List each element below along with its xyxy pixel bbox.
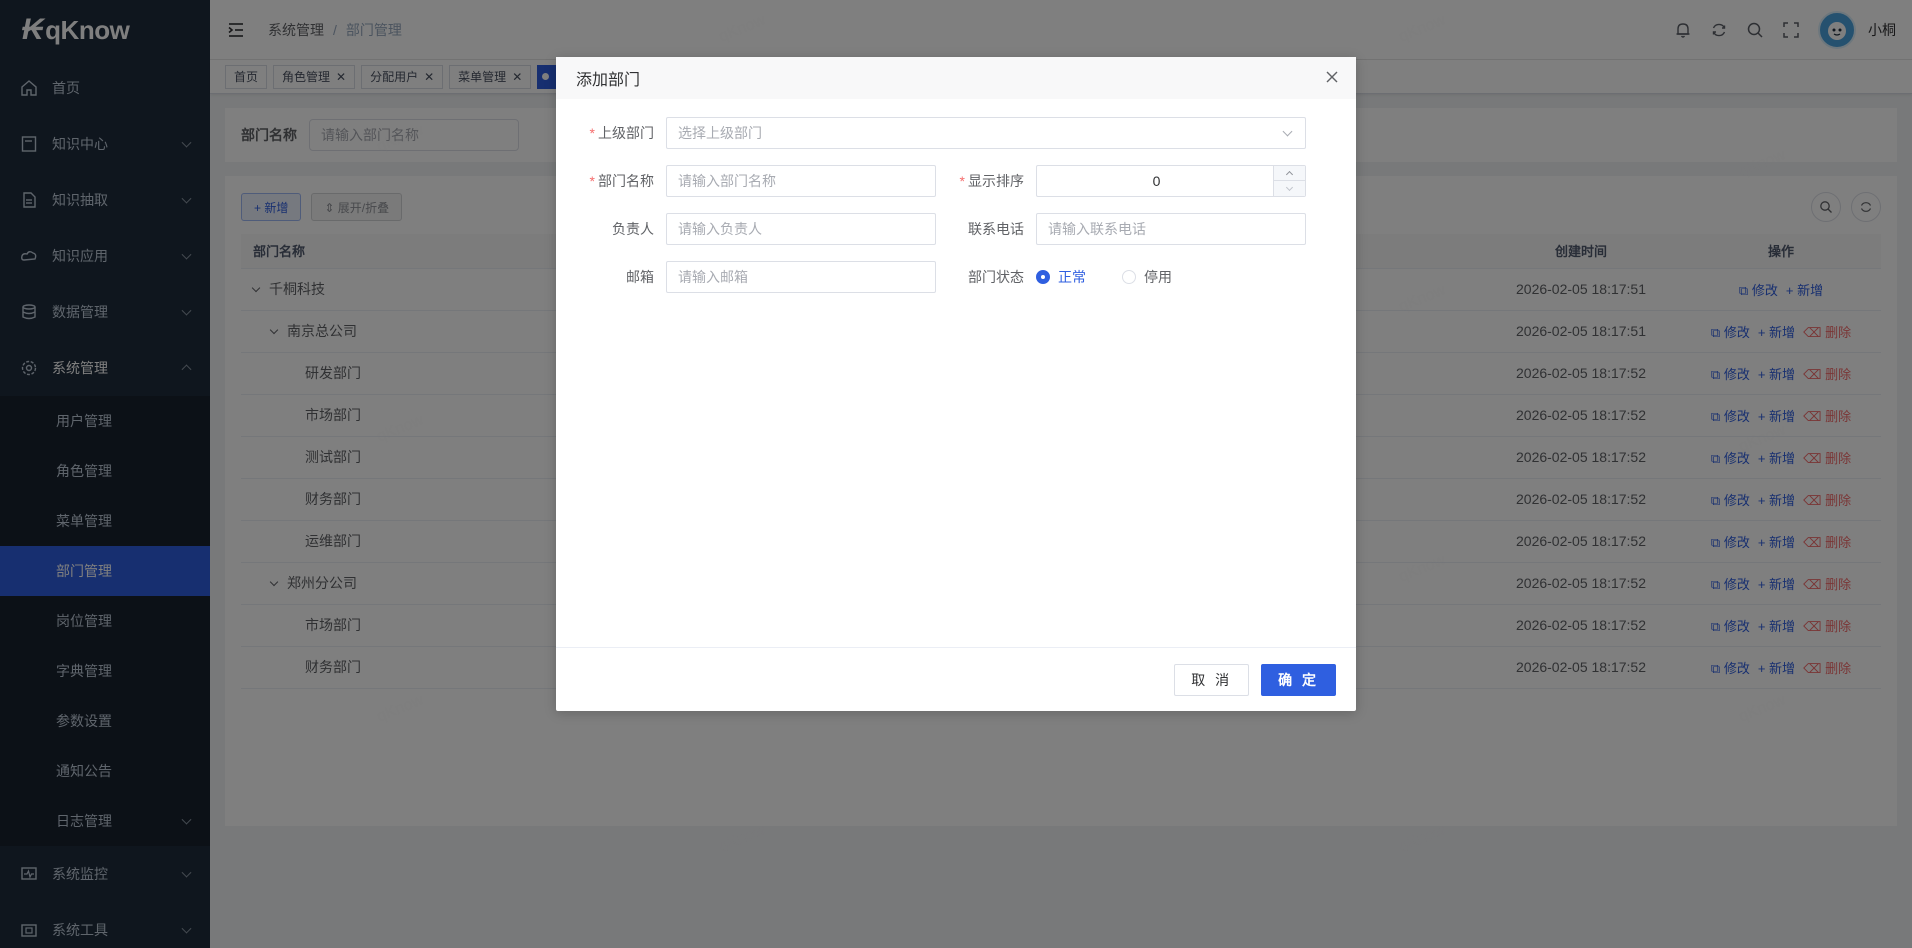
form-item-email: 邮箱 请输入邮箱 — [576, 261, 936, 293]
number-stepper — [1273, 166, 1305, 196]
phone-input[interactable]: 请输入联系电话 — [1036, 213, 1306, 245]
dialog-header: 添加部门 — [556, 57, 1356, 99]
dialog-footer: 取 消 确 定 — [556, 647, 1356, 711]
form-item-leader: 负责人 请输入负责人 — [576, 213, 936, 245]
status-disabled-radio[interactable]: 停用 — [1122, 267, 1172, 287]
form-row-name-order: * 部门名称 请输入部门名称 * 显示排序 0 — [576, 165, 1316, 197]
confirm-button[interactable]: 确 定 — [1261, 663, 1336, 696]
leader-label: 负责人 — [612, 221, 654, 237]
order-value: 0 — [1152, 173, 1161, 189]
radio-dot — [1036, 270, 1050, 284]
status-normal-radio[interactable]: 正常 — [1036, 267, 1086, 287]
radio-label: 正常 — [1058, 269, 1086, 285]
increase-button[interactable] — [1274, 166, 1305, 181]
label-text: 部门名称 — [598, 173, 654, 189]
form-item-parent: * 上级部门 选择上级部门 — [576, 117, 1306, 149]
radio-label: 停用 — [1144, 269, 1172, 285]
cancel-button[interactable]: 取 消 — [1174, 663, 1250, 696]
form-row-leader-phone: 负责人 请输入负责人 联系电话 请输入联系电话 — [576, 213, 1316, 245]
required-mark: * — [959, 173, 965, 189]
status-label: 部门状态 — [968, 269, 1024, 285]
dept-name-label: * 部门名称 — [576, 171, 666, 191]
label-text: 显示排序 — [968, 173, 1024, 189]
required-mark: * — [589, 125, 595, 141]
chevron-down-icon — [1282, 126, 1293, 137]
leader-input[interactable]: 请输入负责人 — [666, 213, 936, 245]
label-text: 上级部门 — [598, 125, 654, 141]
dialog-body: * 上级部门 选择上级部门 * 部门名称 请输入部门名称 * 显示排序 0 负责… — [556, 99, 1356, 647]
decrease-button[interactable] — [1274, 181, 1305, 196]
parent-dept-select[interactable]: 选择上级部门 — [666, 117, 1306, 149]
required-mark: * — [589, 173, 595, 189]
select-placeholder: 选择上级部门 — [678, 125, 762, 141]
radio-dot — [1122, 270, 1136, 284]
chevron-up-icon — [1285, 170, 1294, 179]
chevron-down-icon — [1285, 183, 1294, 191]
form-item-phone: 联系电话 请输入联系电话 — [936, 213, 1306, 245]
email-label: 邮箱 — [626, 269, 654, 285]
form-row-email-status: 邮箱 请输入邮箱 部门状态 正常 停用 — [576, 261, 1316, 293]
order-number-input[interactable]: 0 — [1036, 165, 1306, 197]
phone-label: 联系电话 — [968, 221, 1024, 237]
form-row-parent: * 上级部门 选择上级部门 — [576, 117, 1316, 149]
form-item-status: 部门状态 正常 停用 — [936, 267, 1208, 287]
form-item-name: * 部门名称 请输入部门名称 — [576, 165, 936, 197]
order-label: * 显示排序 — [936, 171, 1036, 191]
close-icon[interactable] — [1324, 69, 1340, 85]
email-input[interactable]: 请输入邮箱 — [666, 261, 936, 293]
parent-dept-label: * 上级部门 — [576, 123, 666, 143]
form-item-order: * 显示排序 0 — [936, 165, 1306, 197]
add-dept-dialog: 添加部门 *上级部门 选择上级部门 *部门名称 请输入部门名称 *显示排序 — [556, 57, 1356, 711]
dept-name-input[interactable]: 请输入部门名称 — [666, 165, 936, 197]
dialog-title: 添加部门 — [576, 72, 641, 89]
